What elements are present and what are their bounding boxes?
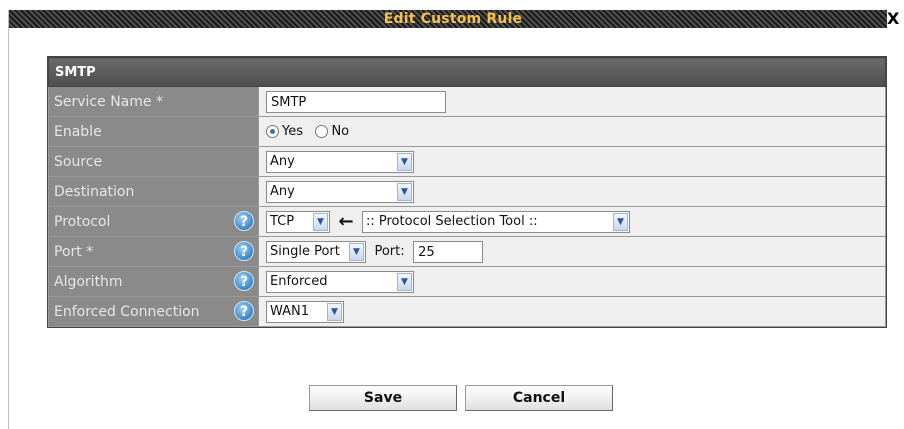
enforced-connection-select[interactable]: WAN1 ▼ bbox=[266, 300, 344, 323]
chevron-down-icon: ▼ bbox=[349, 242, 364, 261]
chevron-down-icon: ▼ bbox=[313, 212, 328, 231]
source-select[interactable]: Any ▼ bbox=[266, 150, 414, 173]
protocol-tool-value: :: Protocol Selection Tool :: bbox=[366, 214, 538, 229]
chevron-down-icon: ▼ bbox=[397, 182, 412, 201]
cancel-button[interactable]: Cancel bbox=[465, 385, 613, 411]
source-row: Source Any ▼ bbox=[48, 146, 886, 177]
enforced-connection-value: WAN1 bbox=[270, 304, 310, 319]
service-name-label: Service Name * bbox=[48, 86, 259, 117]
help-icon[interactable]: ? bbox=[234, 211, 254, 231]
section-header-row: SMTP bbox=[48, 57, 886, 87]
service-name-input[interactable]: SMTP bbox=[266, 90, 446, 113]
enable-label: Enable bbox=[48, 116, 259, 147]
protocol-select-value: TCP bbox=[270, 214, 295, 229]
destination-select[interactable]: Any ▼ bbox=[266, 180, 414, 203]
rule-form-table: SMTP Service Name * SMTP Enable Yes No S… bbox=[48, 57, 886, 327]
help-icon[interactable]: ? bbox=[234, 271, 254, 291]
chevron-down-icon: ▼ bbox=[397, 272, 412, 291]
destination-select-value: Any bbox=[270, 184, 295, 199]
save-button[interactable]: Save bbox=[309, 385, 457, 411]
port-row: Port * ? Single Port ▼ Port: 25 bbox=[48, 236, 886, 267]
enforced-connection-row: Enforced Connection ? WAN1 ▼ bbox=[48, 296, 886, 327]
service-name-row: Service Name * SMTP bbox=[48, 86, 886, 117]
close-icon[interactable]: X bbox=[887, 10, 899, 28]
enable-row: Enable Yes No bbox=[48, 116, 886, 147]
destination-row: Destination Any ▼ bbox=[48, 176, 886, 207]
port-mode-select[interactable]: Single Port ▼ bbox=[266, 240, 366, 263]
source-label: Source bbox=[48, 146, 259, 177]
algorithm-row: Algorithm ? Enforced ▼ bbox=[48, 266, 886, 297]
protocol-label-cell: Protocol ? bbox=[48, 206, 259, 237]
dialog-titlebar: Edit Custom Rule X bbox=[9, 10, 899, 28]
port-mode-value: Single Port bbox=[270, 244, 340, 259]
protocol-selection-tool-select[interactable]: :: Protocol Selection Tool :: ▼ bbox=[362, 210, 630, 233]
algorithm-select-value: Enforced bbox=[270, 274, 328, 289]
section-header: SMTP bbox=[48, 57, 886, 87]
enable-no-label: No bbox=[331, 124, 350, 139]
chevron-down-icon: ▼ bbox=[397, 152, 412, 171]
enforced-connection-label: Enforced Connection bbox=[54, 303, 200, 320]
rule-form-panel: SMTP Service Name * SMTP Enable Yes No S… bbox=[47, 56, 887, 328]
dialog-title: Edit Custom Rule bbox=[383, 11, 523, 27]
enable-no-radio[interactable] bbox=[315, 125, 329, 138]
algorithm-select[interactable]: Enforced ▼ bbox=[266, 270, 414, 293]
destination-label: Destination bbox=[48, 176, 259, 207]
protocol-select[interactable]: TCP ▼ bbox=[266, 210, 330, 233]
algorithm-label: Algorithm bbox=[54, 273, 123, 290]
port-number-input[interactable]: 25 bbox=[413, 240, 484, 263]
left-arrow-icon: ← bbox=[338, 211, 354, 232]
port-label-cell: Port * ? bbox=[48, 236, 259, 267]
help-icon[interactable]: ? bbox=[234, 241, 254, 261]
chevron-down-icon: ▼ bbox=[327, 302, 342, 321]
source-select-value: Any bbox=[270, 154, 295, 169]
port-number-label: Port: bbox=[374, 244, 405, 259]
edit-custom-rule-dialog: Edit Custom Rule X SMTP Service Name * S… bbox=[8, 10, 904, 429]
chevron-down-icon: ▼ bbox=[613, 212, 628, 231]
enable-yes-radio[interactable] bbox=[266, 125, 279, 138]
help-icon[interactable]: ? bbox=[234, 301, 254, 321]
algorithm-label-cell: Algorithm ? bbox=[48, 266, 259, 297]
enable-yes-label: Yes bbox=[282, 124, 303, 139]
protocol-label: Protocol bbox=[54, 213, 111, 230]
port-label: Port * bbox=[54, 243, 94, 260]
enforced-connection-label-cell: Enforced Connection ? bbox=[48, 296, 259, 327]
protocol-row: Protocol ? TCP ▼ ← :: Protocol Selection… bbox=[48, 206, 886, 237]
